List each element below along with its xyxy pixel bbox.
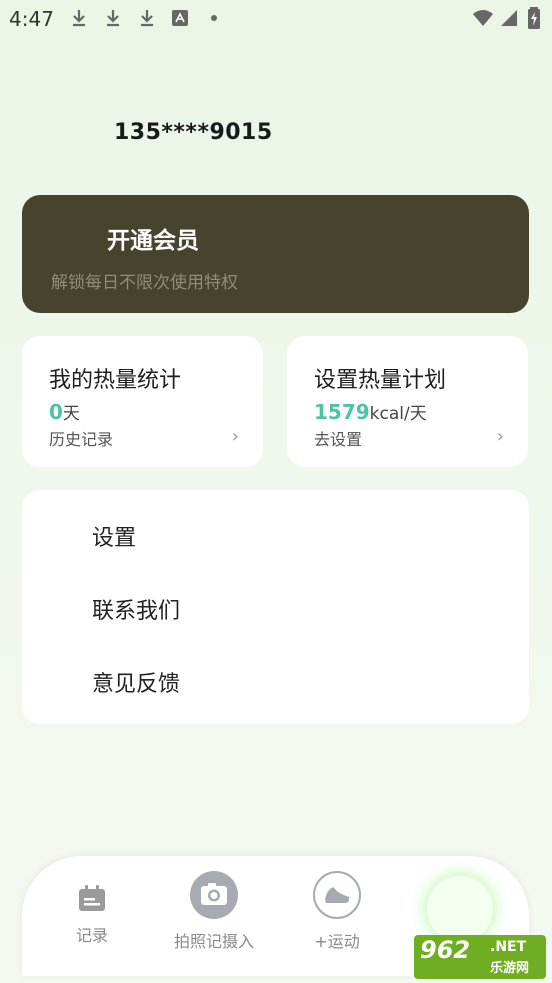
nav-item-exercise[interactable]: +运动 xyxy=(300,870,374,952)
calendar-icon xyxy=(79,885,105,911)
download-icon xyxy=(141,10,153,27)
watermark-text: 乐游网 xyxy=(490,961,530,976)
stat-unit: kcal/天 xyxy=(369,404,427,424)
stat-title: 设置热量计划 xyxy=(314,368,447,393)
nav-item-record[interactable]: 记录 xyxy=(58,884,126,946)
nav-fab-button[interactable] xyxy=(427,876,493,942)
menu-item-feedback[interactable]: 意见反馈 xyxy=(92,666,180,698)
menu-item-settings[interactable]: 设置 xyxy=(92,520,136,552)
nav-label-exercise: +运动 xyxy=(314,932,360,951)
translate-icon xyxy=(172,10,188,26)
status-bar: 4:47 xyxy=(0,0,552,38)
sneaker-icon xyxy=(313,871,361,919)
watermark-net: .NET xyxy=(490,939,527,955)
download-icon xyxy=(107,10,119,27)
menu-card: 设置 联系我们 意见反馈 xyxy=(22,490,529,724)
watermark-logo: 962 .NET 乐游网 xyxy=(414,935,546,979)
stat-value-line: 1579kcal/天 xyxy=(314,399,427,424)
calorie-plan-card[interactable]: 设置热量计划 1579kcal/天 去设置 › xyxy=(287,336,528,467)
stat-value: 0 xyxy=(49,400,63,424)
vip-subtitle: 解锁每日不限次使用特权 xyxy=(51,273,238,293)
camera-icon xyxy=(190,871,238,919)
wifi-icon xyxy=(473,10,493,26)
setup-link: 去设置 xyxy=(314,430,363,449)
nav-label-photo: 拍照记摄入 xyxy=(173,932,254,951)
history-link: 历史记录 xyxy=(49,430,114,449)
battery-charging-icon xyxy=(528,7,540,29)
user-phone: 135****9015 xyxy=(114,120,273,145)
chevron-right-icon: › xyxy=(231,426,239,447)
chevron-right-icon: › xyxy=(496,426,504,447)
stat-unit: 天 xyxy=(62,404,80,424)
vip-card[interactable]: 开通会员 解锁每日不限次使用特权 xyxy=(22,195,529,313)
notification-dot xyxy=(211,15,217,21)
stat-value-line: 0天 xyxy=(49,399,80,424)
signal-icon xyxy=(501,10,517,26)
stat-value: 1579 xyxy=(314,400,370,424)
nav-item-photo[interactable]: 拍照记摄入 xyxy=(164,870,264,952)
stat-title: 我的热量统计 xyxy=(49,368,182,393)
calorie-stats-card[interactable]: 我的热量统计 0天 历史记录 › xyxy=(22,336,263,467)
menu-item-contact[interactable]: 联系我们 xyxy=(92,593,180,625)
vip-title: 开通会员 xyxy=(107,228,199,254)
watermark-number: 962 xyxy=(420,936,471,964)
status-time: 4:47 xyxy=(9,7,54,31)
download-icon xyxy=(73,10,85,27)
nav-label-record: 记录 xyxy=(75,926,108,945)
